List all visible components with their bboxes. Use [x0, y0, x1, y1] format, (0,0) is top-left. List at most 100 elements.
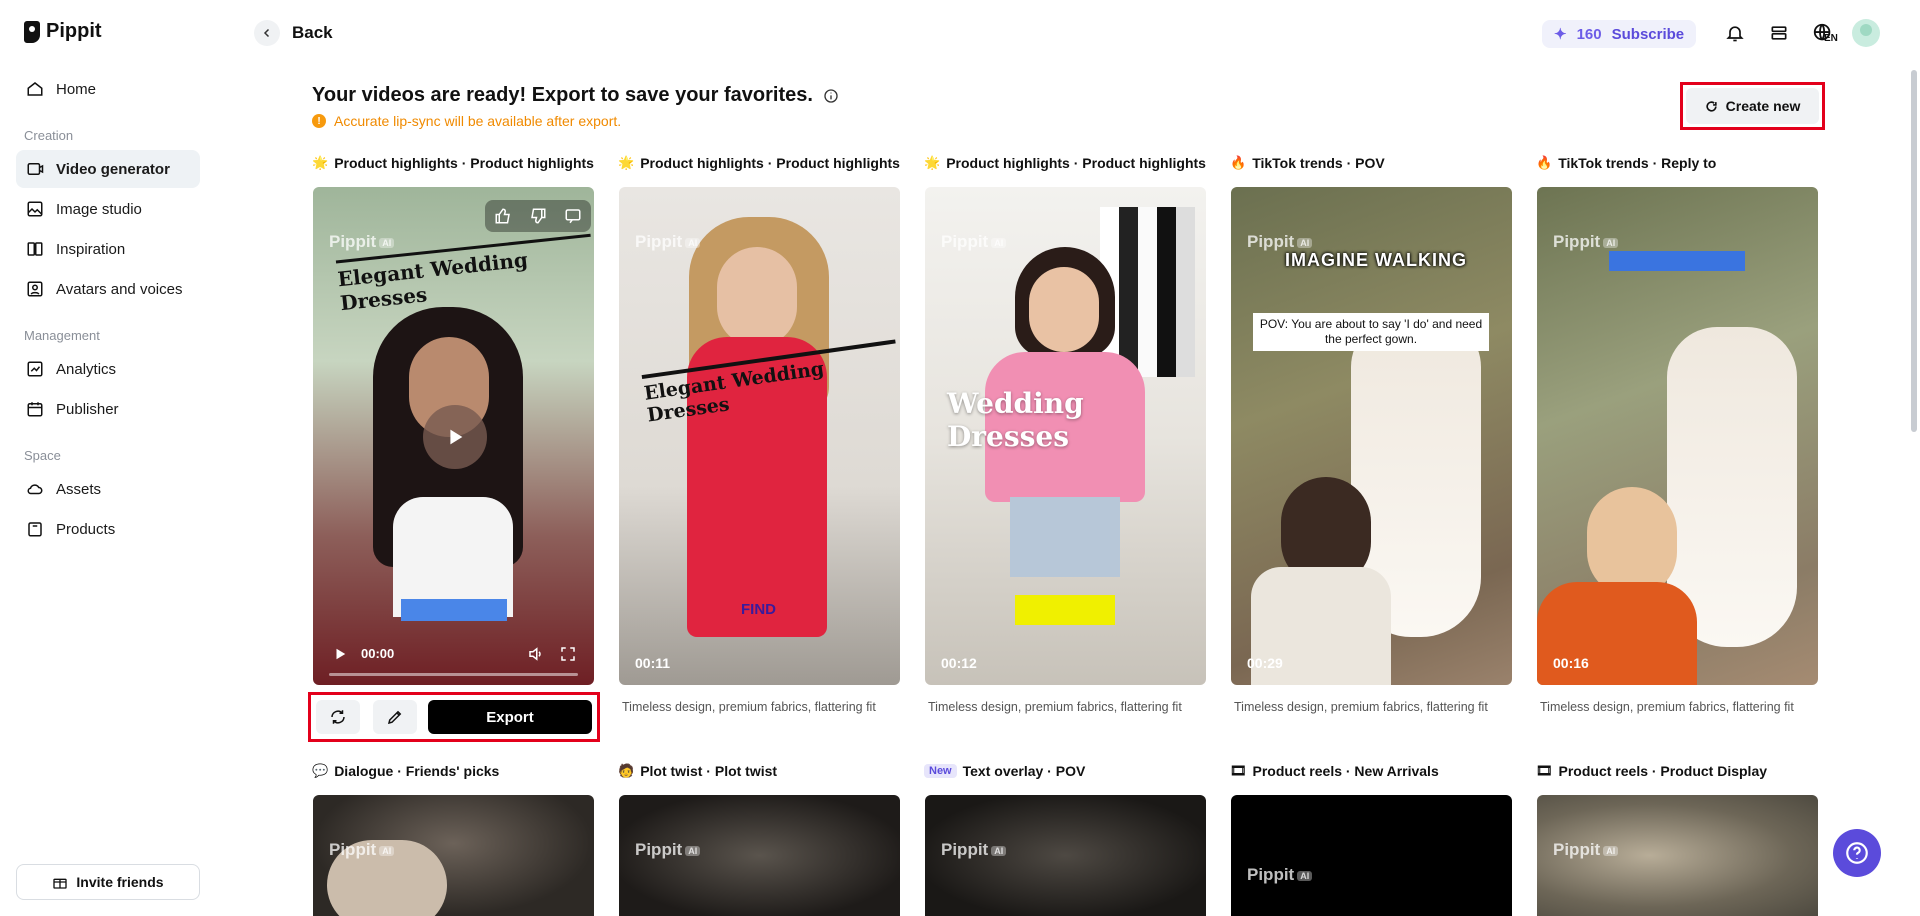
card-title-text: Product highlights · Product highlights	[640, 155, 900, 171]
sidebar-item-analytics[interactable]: Analytics	[16, 350, 200, 388]
refresh-icon	[1706, 100, 1717, 112]
sidebar-item-label: Publisher	[56, 400, 119, 418]
thumbs-down-icon[interactable]	[529, 207, 547, 225]
video-thumbnail[interactable]: Pippit AI	[619, 795, 900, 916]
section-creation: Creation	[24, 128, 74, 143]
back-button[interactable]: Back	[254, 20, 333, 46]
pov-caption: POV: You are about to say 'I do' and nee…	[1253, 313, 1489, 351]
app-logo[interactable]: Pippit	[24, 20, 102, 43]
redacted-block	[401, 599, 507, 621]
sidebar-item-image-studio[interactable]: Image studio	[16, 190, 200, 228]
warning-icon: !	[312, 114, 326, 128]
sidebar-item-publisher[interactable]: Publisher	[16, 390, 200, 428]
video-thumbnail[interactable]: Pippit AI	[925, 795, 1206, 916]
play-button[interactable]	[423, 405, 487, 469]
fullscreen-icon[interactable]	[559, 645, 577, 663]
video-thumbnail[interactable]: Pippit AI Elegant Wedding Dresses FIND 00…	[619, 187, 900, 685]
play-icon	[450, 429, 463, 445]
analytics-icon	[27, 361, 43, 377]
overlay-title: Wedding Dresses	[947, 387, 1084, 453]
avatar[interactable]	[1852, 19, 1880, 47]
card-title: 🎞 Product reels · New Arrivals	[1230, 763, 1439, 779]
watermark: Pippit AI	[1553, 232, 1619, 252]
reel-icon: 🎞	[1230, 763, 1247, 778]
sidebar-item-label: Video generator	[56, 160, 170, 178]
language-label: EN	[1824, 33, 1838, 44]
notice-text: Accurate lip-sync will be available afte…	[334, 113, 622, 129]
image-icon	[27, 201, 43, 217]
cloud-icon	[27, 484, 43, 495]
video-thumbnail[interactable]: Pippit AI 00:16	[1537, 187, 1818, 685]
bell-icon[interactable]	[1720, 18, 1750, 48]
face-shape	[1587, 487, 1677, 597]
fire-emoji-icon: 🔥	[1230, 155, 1247, 170]
video-player[interactable]: Pippit AI Elegant Wedding Dresses 00:00	[313, 187, 594, 685]
scrollbar[interactable]	[1911, 70, 1917, 432]
card-title-text: TikTok trends · Reply to	[1558, 155, 1717, 171]
credits-badge[interactable]: ✦ 160 Subscribe	[1542, 20, 1697, 48]
watermark: Pippit AI	[941, 840, 1007, 860]
card-title-text: Product highlights · Product highlights	[946, 155, 1206, 171]
video-thumbnail[interactable]: Pippit AI IMAGINE WALKING POV: You are ab…	[1231, 187, 1512, 685]
subscribe-link[interactable]: Subscribe	[1612, 26, 1685, 43]
sparkle-emoji-icon: 🌟	[924, 155, 941, 170]
card-title: 🎞 Product reels · Product Display	[1536, 763, 1767, 779]
help-button[interactable]	[1833, 829, 1881, 877]
thumbs-up-icon[interactable]	[494, 207, 512, 225]
watermark: Pippit AI	[941, 232, 1007, 252]
player-time: 00:00	[361, 646, 395, 661]
video-thumbnail[interactable]: Pippit AI Wedding Dresses 00:12	[925, 187, 1206, 685]
create-new-button[interactable]: Create new	[1686, 88, 1819, 124]
video-thumbnail[interactable]: Pippit AI	[1537, 795, 1818, 916]
fire-emoji-icon: 🔥	[1536, 155, 1553, 170]
sidebar-item-label: Avatars and voices	[56, 280, 183, 298]
redacted-block	[1609, 251, 1745, 271]
watermark: Pippit AI	[329, 232, 395, 252]
watermark: Pippit AI	[329, 840, 395, 860]
video-icon	[27, 163, 44, 175]
export-button[interactable]: Export	[428, 700, 592, 734]
sidebar-item-video-generator[interactable]: Video generator	[16, 150, 200, 188]
volume-icon[interactable]	[527, 645, 545, 663]
sidebar-item-avatars-voices[interactable]: Avatars and voices	[16, 270, 200, 308]
sidebar-item-products[interactable]: Products	[16, 510, 200, 548]
watermark: Pippit AI	[635, 232, 701, 252]
video-thumbnail[interactable]: Pippit AI	[1231, 795, 1512, 916]
card-title: 🌟 Product highlights · Product highlights	[312, 155, 594, 171]
comment-icon[interactable]	[564, 207, 582, 225]
reel-icon: 🎞	[1536, 763, 1553, 778]
face-shape	[717, 247, 797, 347]
card-caption: Timeless design, premium fabrics, flatte…	[928, 700, 1182, 714]
sidebar-item-assets[interactable]: Assets	[16, 470, 200, 508]
watermark: Pippit AI	[1553, 840, 1619, 860]
card-title: New Text overlay · POV	[924, 763, 1085, 779]
video-thumbnail[interactable]: Pippit AI	[313, 795, 594, 916]
progress-track[interactable]	[329, 673, 578, 676]
language-globe-icon[interactable]: EN	[1808, 18, 1838, 48]
page-title: Your videos are ready! Export to save yo…	[312, 84, 839, 107]
card-title: 🔥 TikTok trends · Reply to	[1536, 155, 1716, 171]
sidebar-item-inspiration[interactable]: Inspiration	[16, 230, 200, 268]
watermark: Pippit AI	[635, 840, 701, 860]
face-shape	[1029, 267, 1099, 352]
card-title: 🌟 Product highlights · Product highlights	[618, 155, 900, 171]
sidebar-item-home[interactable]: Home	[16, 70, 200, 108]
home-icon	[27, 82, 43, 96]
watermark: Pippit AI	[1247, 232, 1313, 252]
video-duration: 00:12	[941, 655, 977, 671]
sidebar-item-label: Inspiration	[56, 240, 126, 258]
card-title-text: Text overlay · POV	[962, 763, 1086, 779]
regenerate-button[interactable]	[316, 700, 360, 734]
stack-icon[interactable]	[1764, 18, 1794, 48]
edit-button[interactable]	[373, 700, 417, 734]
card-title-text: Product highlights · Product highlights	[334, 155, 594, 171]
play-small-icon[interactable]	[333, 647, 347, 661]
card-title-text: Plot twist · Plot twist	[640, 763, 778, 779]
invite-friends-button[interactable]: Invite friends	[16, 864, 200, 900]
feedback-bar	[485, 200, 591, 232]
top-actions: EN	[1720, 18, 1880, 48]
info-icon[interactable]	[823, 88, 839, 104]
card-caption: Timeless design, premium fabrics, flatte…	[1540, 700, 1794, 714]
card-caption: Timeless design, premium fabrics, flatte…	[622, 700, 876, 714]
card-title: 🔥 TikTok trends · POV	[1230, 155, 1385, 171]
